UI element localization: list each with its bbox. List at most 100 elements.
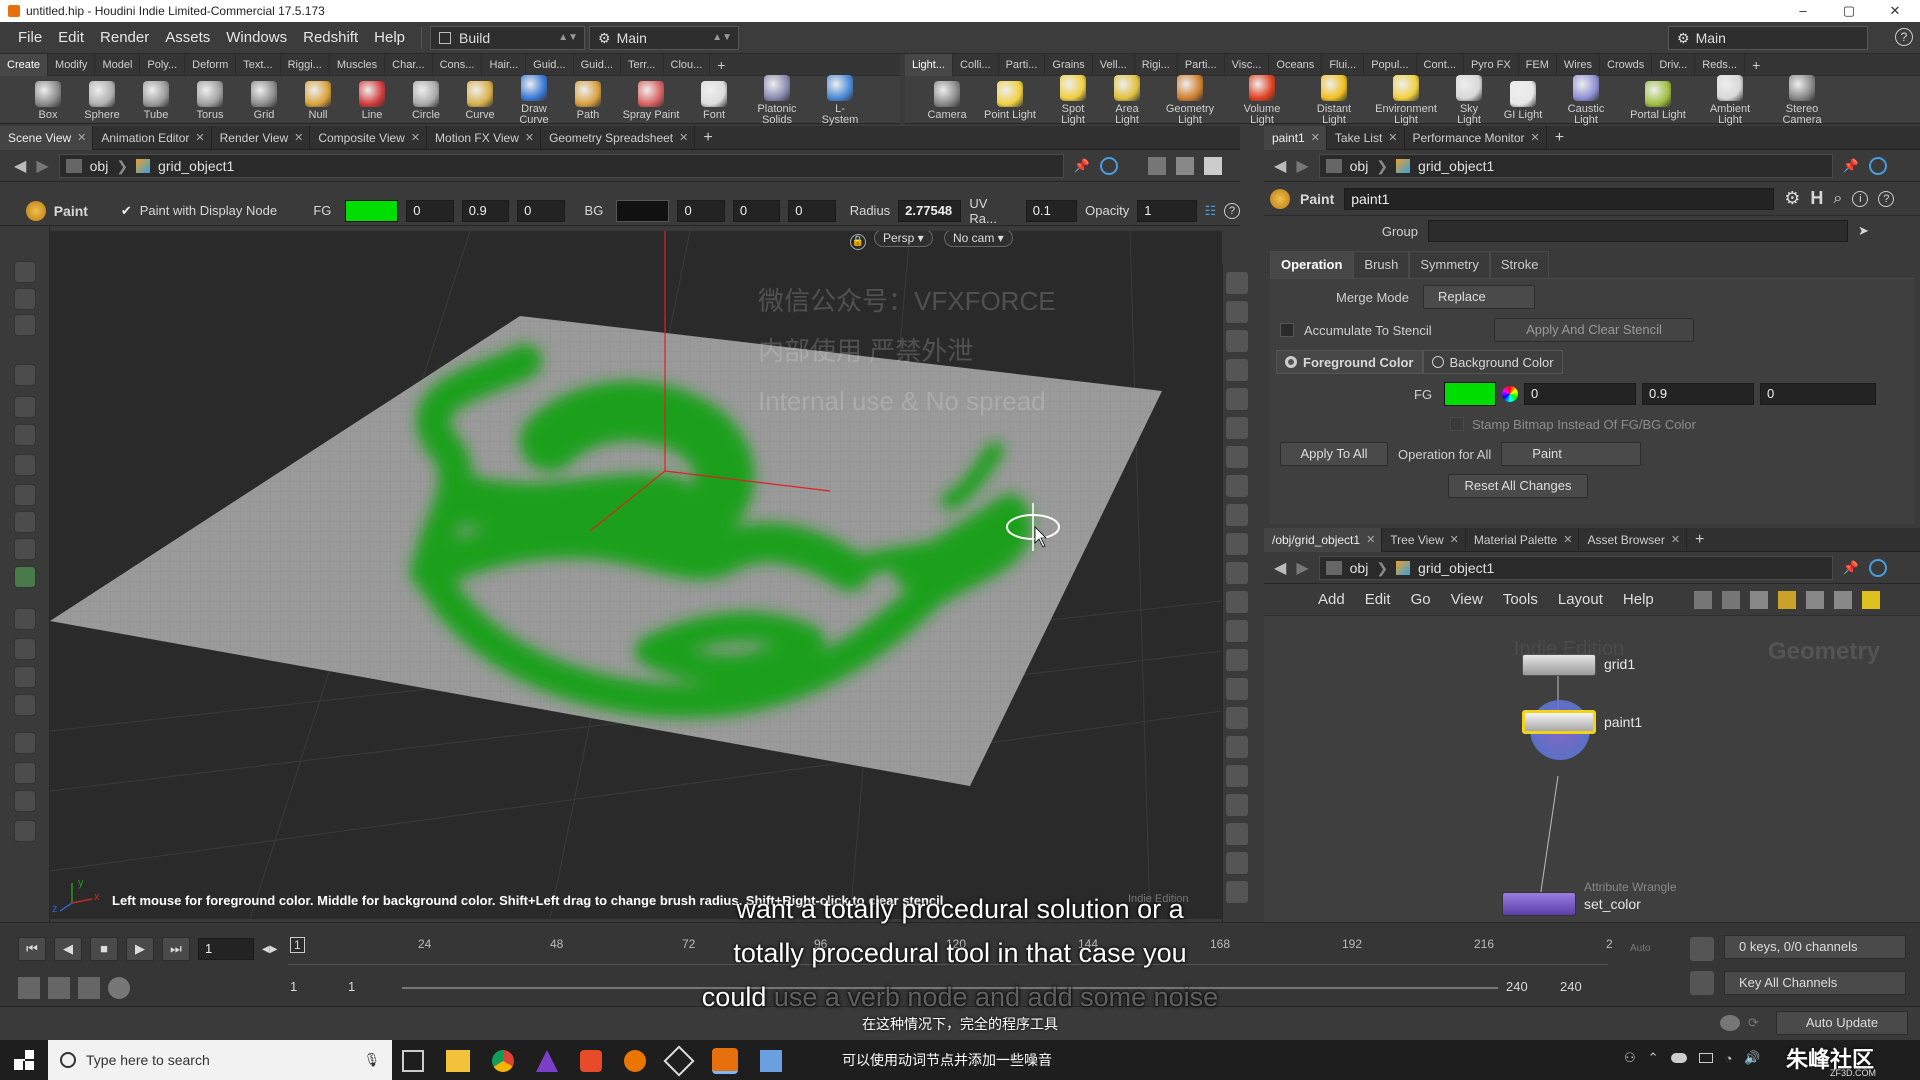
view-icon[interactable]: [14, 732, 36, 754]
network-menu-edit[interactable]: Edit: [1355, 591, 1401, 608]
shelf-tab-text[interactable]: Text...: [236, 53, 281, 76]
shelf-tab-riggi[interactable]: Riggi...: [281, 53, 330, 76]
battery-icon[interactable]: [1698, 1053, 1713, 1063]
tab-geometry-spreadsheet[interactable]: Geometry Spreadsheet ✕: [541, 125, 696, 150]
viewport-display-icon-18[interactable]: [1226, 765, 1248, 787]
houdini-taskbar-icon[interactable]: [712, 1048, 738, 1074]
network-menu-tools[interactable]: Tools: [1493, 591, 1548, 608]
forward-arrow-icon[interactable]: ▶: [1296, 156, 1308, 176]
opacity-field[interactable]: 1: [1137, 199, 1197, 222]
smooth-icon[interactable]: [14, 314, 36, 336]
notepad-icon[interactable]: [760, 1050, 782, 1072]
tab-render-view[interactable]: Render View ✕: [212, 125, 311, 150]
rotate-icon[interactable]: [14, 454, 36, 476]
network-view-icon[interactable]: [1834, 590, 1852, 609]
back-arrow-icon[interactable]: ◀: [1274, 156, 1286, 176]
info-icon[interactable]: i: [1852, 190, 1869, 207]
forward-arrow-icon[interactable]: ▶: [1296, 558, 1308, 578]
add-shelf-tab-icon[interactable]: +: [710, 54, 732, 76]
node-paint1[interactable]: paint1: [1522, 700, 1642, 760]
menu-file[interactable]: File: [10, 22, 50, 54]
left-path-field[interactable]: obj ❯ grid_object1: [58, 153, 1064, 178]
cycle-icon[interactable]: [14, 694, 36, 716]
bg-b-field[interactable]: 0: [788, 199, 836, 222]
microphone-icon[interactable]: 🎙: [363, 1052, 380, 1068]
network-menu-layout[interactable]: Layout: [1548, 591, 1613, 608]
network-menu-view[interactable]: View: [1441, 591, 1493, 608]
substance-icon[interactable]: [580, 1050, 602, 1072]
bg-color-swatch[interactable]: [616, 199, 670, 222]
unity-icon[interactable]: [663, 1045, 695, 1077]
add-tab-icon[interactable]: +: [695, 126, 718, 150]
paint-active-icon[interactable]: [14, 566, 36, 588]
shelf-tool-area-light[interactable]: Area Light: [1107, 73, 1147, 126]
viewport-display-icon-12[interactable]: [1226, 591, 1248, 613]
toolbar-options-icon[interactable]: ☷: [1205, 203, 1217, 219]
tab-asset-browser[interactable]: Asset Browser ✕: [1579, 527, 1688, 552]
wrench-icon[interactable]: [1694, 590, 1712, 609]
shelf-tool-spray-paint[interactable]: Spray Paint: [622, 79, 680, 121]
camera-icon[interactable]: [14, 762, 36, 784]
bg-option-radio[interactable]: Background Color: [1422, 350, 1563, 374]
network-editor[interactable]: Indie Edition Geometry grid1 paint1 Attr…: [1264, 616, 1920, 922]
shelf-tool-platonic-solids[interactable]: Platonic Solids: [748, 73, 806, 126]
shelf-tool-line[interactable]: Line: [352, 79, 392, 121]
shelf-tab-muscles[interactable]: Muscles: [330, 53, 386, 76]
close-tab-icon[interactable]: ✕: [411, 126, 420, 150]
fg-g-field[interactable]: 0.9: [461, 199, 510, 222]
accumulate-checkbox[interactable]: [1280, 323, 1294, 337]
shelf-tab-colli[interactable]: Colli...: [953, 53, 999, 76]
param-fg-r[interactable]: 0: [1524, 383, 1636, 405]
tab-material-palette[interactable]: Material Palette ✕: [1466, 527, 1580, 552]
param-subtab-stroke[interactable]: Stroke: [1489, 250, 1550, 278]
fg-b-field[interactable]: 0: [517, 199, 565, 222]
color-wheel-icon[interactable]: [1502, 386, 1518, 402]
shelf-tab-fem[interactable]: FEM: [1519, 53, 1557, 76]
gear-icon[interactable]: ⚙: [1784, 188, 1800, 209]
hda-icon[interactable]: H: [1810, 188, 1823, 209]
shelf-tool-grid[interactable]: Grid: [244, 79, 284, 121]
uv-radius-field[interactable]: 0.1: [1025, 199, 1078, 222]
bg-r-field[interactable]: 0: [677, 199, 725, 222]
close-tab-icon[interactable]: ✕: [1311, 126, 1320, 150]
view-cube-icon[interactable]: [1147, 156, 1166, 175]
viewport-display-icon-14[interactable]: [1226, 649, 1248, 671]
grid-view-icon[interactable]: [1778, 590, 1796, 609]
reset-all-button[interactable]: Reset All Changes: [1448, 474, 1588, 498]
people-icon[interactable]: ⚇: [1624, 1050, 1636, 1066]
menu-windows[interactable]: Windows: [218, 22, 295, 54]
shelf-tool-sphere[interactable]: Sphere: [82, 79, 122, 121]
shelf-tool-circle[interactable]: Circle: [406, 79, 446, 121]
shelf-tool-path[interactable]: Path: [568, 79, 608, 121]
shelf-tool-environment-light[interactable]: Environment Light: [1375, 73, 1437, 126]
help-icon[interactable]: ?: [1878, 190, 1895, 207]
shelf-tab-guid[interactable]: Guid...: [574, 53, 621, 76]
tree-icon[interactable]: [1722, 590, 1740, 609]
task-view-icon[interactable]: [402, 1050, 424, 1072]
chrome-icon[interactable]: [492, 1050, 514, 1072]
lock-icon[interactable]: [14, 396, 36, 418]
viewport-display-icon-8[interactable]: [1226, 475, 1248, 497]
shelf-tool-caustic-light[interactable]: Caustic Light: [1557, 73, 1615, 126]
close-tab-icon[interactable]: ✕: [1366, 528, 1375, 552]
tab-motion-fx-view[interactable]: Motion FX View ✕: [427, 125, 542, 150]
wifi-icon[interactable]: ◔: [1725, 1051, 1733, 1066]
shelf-tool-distant-light[interactable]: Distant Light: [1305, 73, 1363, 126]
cloud-tray-icon[interactable]: [1670, 1053, 1687, 1063]
shelf-tool-null[interactable]: Null: [298, 79, 338, 121]
close-tab-icon[interactable]: ✕: [1450, 528, 1459, 552]
context-dropdown[interactable]: ⚙ Main ▲▼: [589, 25, 739, 50]
tile-view-icon[interactable]: [1806, 590, 1824, 609]
viewport-display-icon-3[interactable]: [1226, 330, 1248, 352]
maximize-button[interactable]: ▢: [1826, 0, 1872, 22]
shelf-tool-portal-light[interactable]: Portal Light: [1629, 79, 1687, 121]
windows-start-icon[interactable]: [14, 1050, 34, 1070]
shelf-tool-stereo-camera[interactable]: Stereo Camera: [1773, 73, 1831, 126]
node-grid1[interactable]: grid1: [1522, 654, 1635, 676]
viewport-display-icon-17[interactable]: [1226, 736, 1248, 758]
tab-tree-view[interactable]: Tree View ✕: [1382, 527, 1466, 552]
viewport-display-icon-4[interactable]: [1226, 359, 1248, 381]
link-icon[interactable]: [1868, 156, 1887, 175]
fg-color-swatch[interactable]: [345, 199, 399, 222]
viewport-display-icon-13[interactable]: [1226, 620, 1248, 642]
